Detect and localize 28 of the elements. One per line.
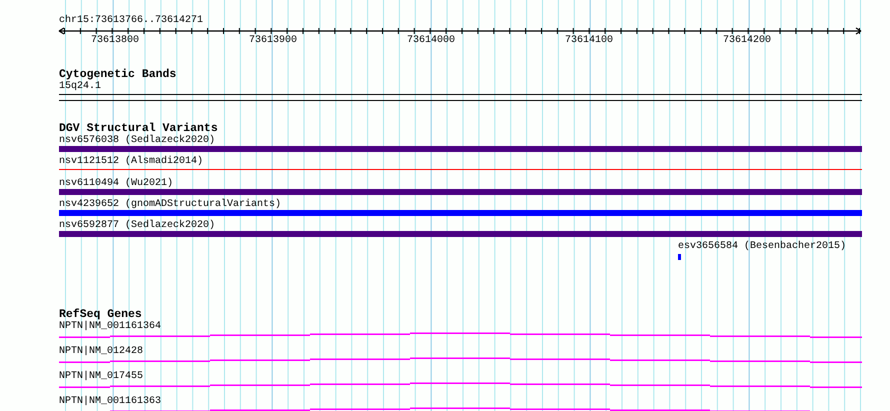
- coordinate-label: 73614200: [722, 35, 772, 47]
- location-label: chr15:73613766..73614271: [59, 15, 204, 27]
- gene-line[interactable]: [59, 357, 862, 364]
- track-title[interactable]: RefSeq Genes: [59, 309, 142, 321]
- gene-label: NPTN|NM_012428: [59, 346, 144, 357]
- coordinate-label: 73614100: [564, 35, 614, 47]
- variant-bar[interactable]: [59, 210, 862, 216]
- track-title[interactable]: DGV Structural Variants: [59, 123, 218, 135]
- variant-label: nsv6576038 (Sedlazeck2020): [59, 135, 216, 146]
- coordinate-label: 73613900: [248, 35, 298, 47]
- track-title[interactable]: Cytogenetic Bands: [59, 69, 176, 81]
- coordinate-label: 73613800: [90, 35, 140, 47]
- gene-label: NPTN|NM_001161364: [59, 321, 162, 332]
- gene-label: NPTN|NM_017455: [59, 371, 144, 382]
- variant-bar[interactable]: [59, 231, 862, 237]
- variant-label: nsv6110494 (Wu2021): [59, 178, 174, 189]
- gene-line[interactable]: [59, 382, 862, 389]
- coordinate-label: 73614000: [406, 35, 456, 47]
- variant-mark[interactable]: [678, 254, 681, 260]
- variant-label: esv3656584 (Besenbacher2015): [678, 241, 846, 252]
- gene-label: NPTN|NM_001161363: [59, 396, 162, 407]
- variant-bar[interactable]: [59, 146, 862, 152]
- gene-line[interactable]: [59, 332, 862, 339]
- variant-label: nsv4239652 (gnomADStructuralVariants): [59, 199, 282, 210]
- variant-label: nsv1121512 (Alsmadi2014): [59, 156, 204, 167]
- variant-label: nsv6592877 (Sedlazeck2020): [59, 220, 216, 231]
- variant-bar[interactable]: [59, 189, 862, 195]
- band-label: 15q24.1: [59, 81, 102, 92]
